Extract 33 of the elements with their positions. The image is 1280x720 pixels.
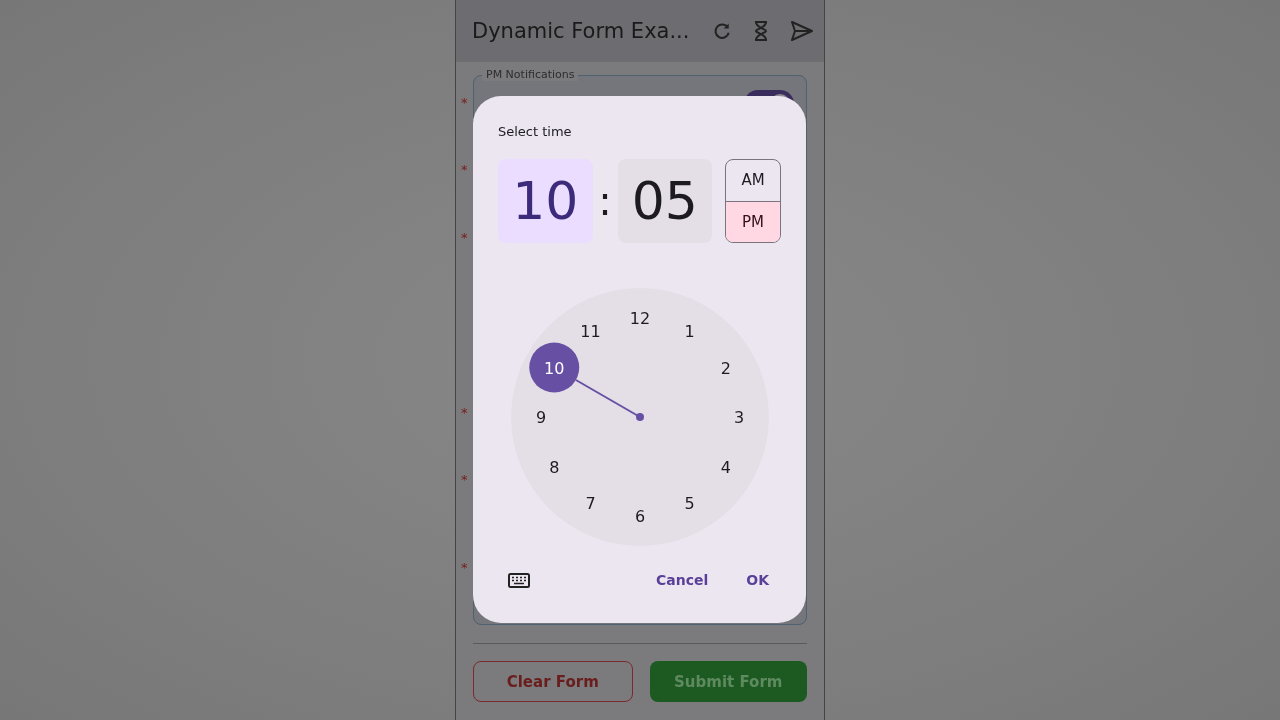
dial-number[interactable]: 11 [579,322,601,342]
required-mark: * [461,232,469,244]
dial-number[interactable]: 5 [683,493,695,513]
required-mark: * [461,97,469,109]
required-mark: * [461,407,469,419]
period-toggle[interactable]: PM [726,200,780,242]
dial-number[interactable]: 6 [634,507,645,526]
time-separator: : [597,178,613,224]
dial-number[interactable]: 1 [683,322,695,342]
hourglass-icon[interactable] [752,20,770,42]
cancel-button[interactable]: Cancel [643,566,721,594]
minute-field[interactable]: 05 [617,159,713,243]
required-mark: * [461,474,469,486]
app-title: Dynamic Form Exa... [472,19,691,43]
dial-number[interactable]: 7 [584,493,596,513]
keyboard-icon[interactable] [508,572,530,588]
dial-number[interactable]: 10 [543,358,564,378]
ok-button[interactable]: OK [734,566,781,594]
dial-number[interactable]: 12 [629,309,650,328]
hour-field[interactable]: 10 [498,159,593,243]
section-label: PM Notifications [482,68,579,81]
dial-number[interactable]: 8 [548,457,559,477]
refresh-icon[interactable] [712,21,732,41]
send-icon[interactable] [790,20,814,42]
period-toggle[interactable]: AM [726,160,780,201]
dial-number[interactable]: 9 [535,408,546,427]
dialog-title: Select time [498,124,573,139]
required-mark: * [461,164,469,176]
dial-number[interactable]: 4 [720,457,731,477]
clock-hand [574,379,644,421]
dial-number[interactable]: 3 [733,408,744,427]
dial-number[interactable]: 2 [720,358,731,378]
required-mark: * [461,562,469,574]
